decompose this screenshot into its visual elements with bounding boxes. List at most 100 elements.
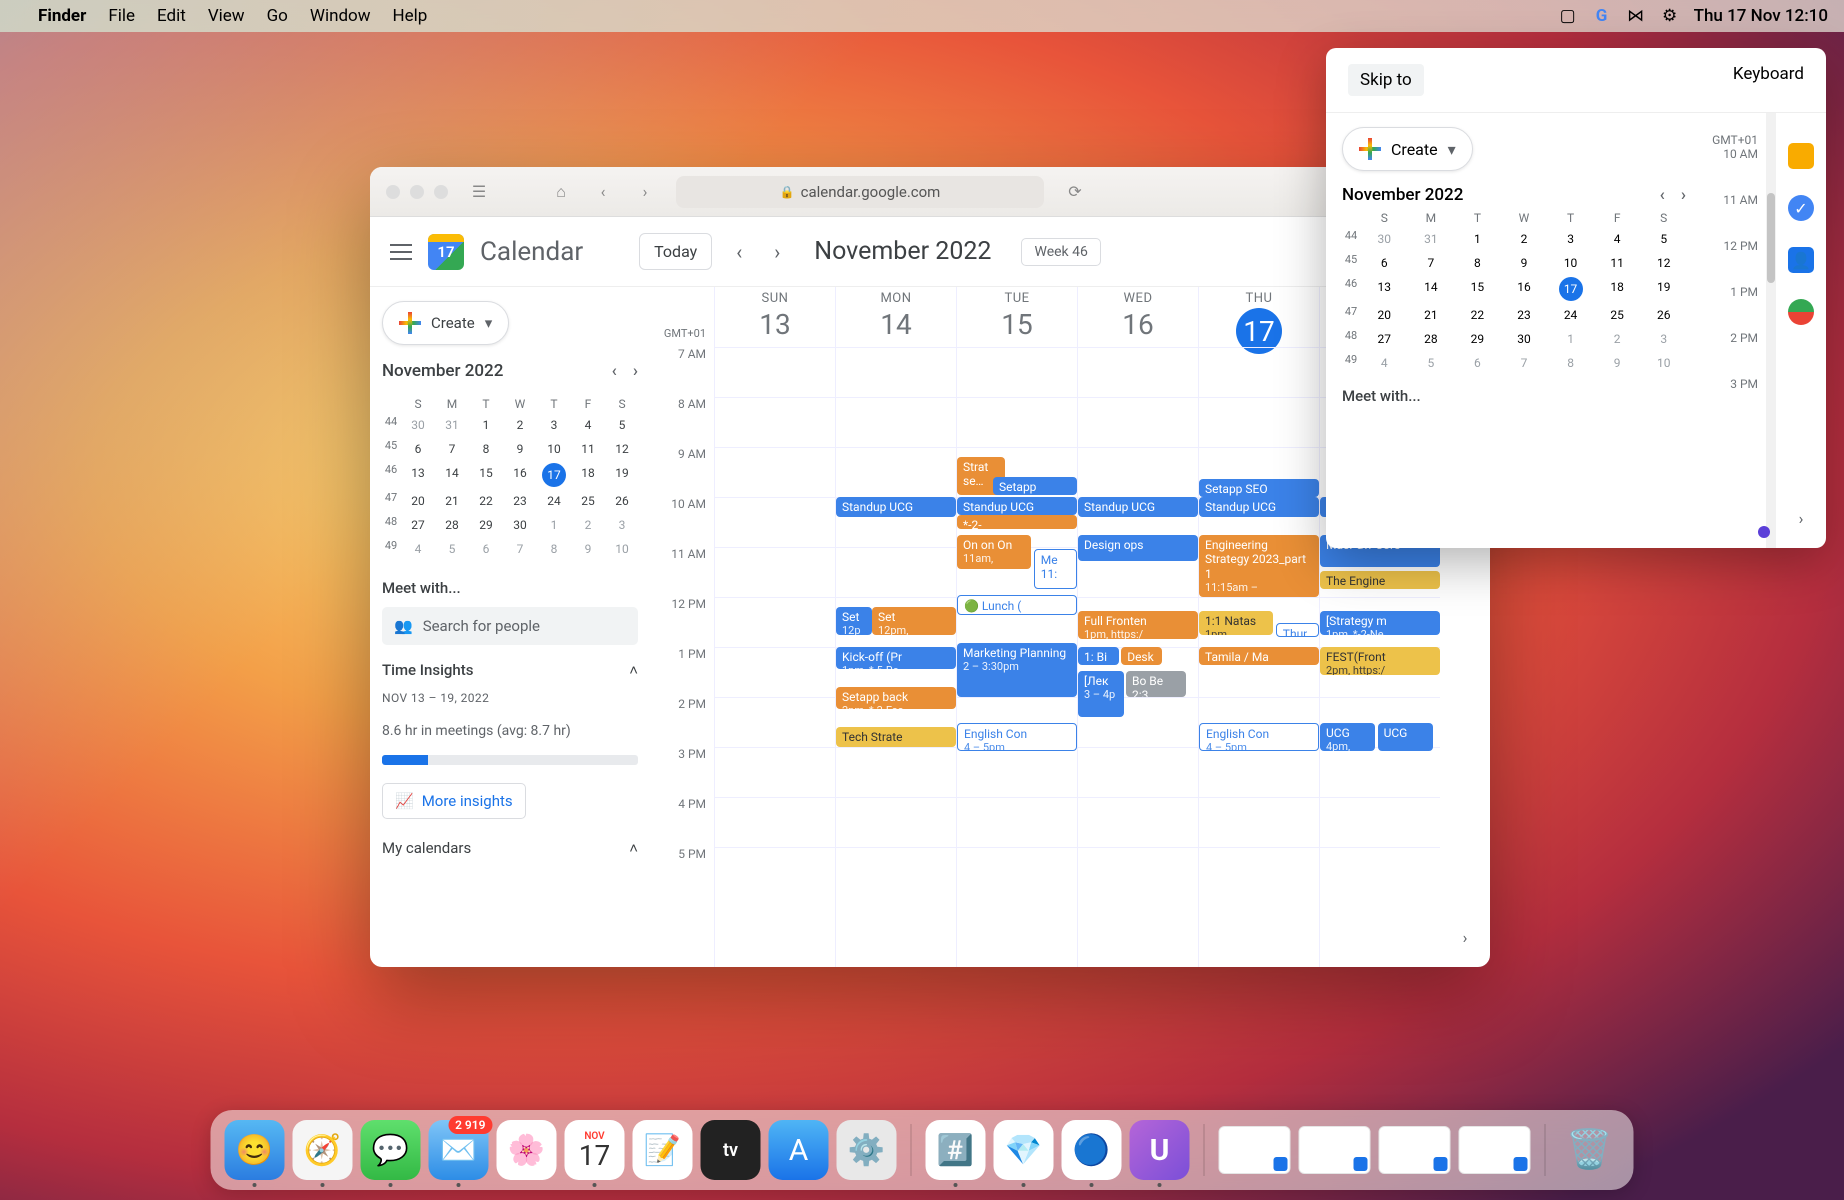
mini-day[interactable]: 20 — [1362, 305, 1407, 325]
maps-icon[interactable] — [1788, 299, 1814, 325]
calendar-event[interactable]: Design ops — [1078, 535, 1198, 561]
mini-day[interactable]: 8 — [538, 539, 570, 559]
mini-day[interactable]: 21 — [1409, 305, 1454, 325]
mini-day[interactable]: 24 — [1548, 305, 1593, 325]
calendar-event[interactable]: Tech Strate — [836, 727, 956, 747]
mini-day[interactable]: 30 — [1502, 329, 1547, 349]
mini-day[interactable]: 30 — [402, 415, 434, 435]
mini-day[interactable]: 26 — [606, 491, 638, 511]
mini-day[interactable]: 9 — [1595, 353, 1640, 373]
mini-day[interactable]: 17 — [542, 463, 566, 487]
calendar-event[interactable]: Set12p — [836, 607, 872, 635]
insights-collapse-icon[interactable]: ˄ — [629, 661, 638, 679]
mini-day[interactable]: 25 — [572, 491, 604, 511]
mini-day[interactable]: 12 — [1641, 253, 1686, 273]
calendar-event[interactable]: 1: Bi — [1078, 647, 1119, 665]
mini-day[interactable]: 16 — [1502, 277, 1547, 301]
calendar-event[interactable]: On on On11am, — [957, 535, 1031, 569]
calendar-event[interactable]: Standup UCG — [836, 497, 956, 517]
mini-day[interactable]: 3 — [606, 515, 638, 535]
mini-day[interactable]: 22 — [470, 491, 502, 511]
control-center-icon[interactable]: ⚙ — [1660, 6, 1680, 26]
mini-day[interactable]: 15 — [470, 463, 502, 487]
calendar-event[interactable]: Full Fronten1pm, https:/ — [1078, 611, 1198, 639]
search-people-input[interactable]: 👥 Search for people — [382, 607, 638, 645]
popup-create-button[interactable]: Create ▾ — [1342, 127, 1473, 171]
mini-day[interactable]: 2 — [1502, 229, 1547, 249]
calendar-event[interactable]: Set12pm, — [872, 607, 956, 635]
dock-window-thumb-2[interactable] — [1299, 1126, 1371, 1174]
mini-day[interactable]: 14 — [1409, 277, 1454, 301]
popup-mini-prev-icon[interactable]: ‹ — [1660, 185, 1665, 205]
mini-day[interactable]: 21 — [436, 491, 468, 511]
skip-to-button[interactable]: Skip to — [1348, 64, 1424, 96]
mini-day[interactable]: 20 — [402, 491, 434, 511]
calendar-event[interactable]: FEST(Front2pm, https:/ — [1320, 647, 1440, 675]
mini-day[interactable]: 6 — [402, 439, 434, 459]
menu-help[interactable]: Help — [393, 6, 428, 26]
dock-safari[interactable]: 🧭 — [293, 1120, 353, 1180]
mini-day[interactable]: 5 — [606, 415, 638, 435]
mini-day[interactable]: 7 — [436, 439, 468, 459]
mini-day[interactable]: 13 — [402, 463, 434, 487]
calendar-event[interactable]: Engineering Strategy 2023_part 111:15am … — [1199, 535, 1319, 597]
mini-day[interactable]: 3 — [1548, 229, 1593, 249]
mini-day[interactable]: 30 — [504, 515, 536, 535]
dock-appstore[interactable]: A — [769, 1120, 829, 1180]
mini-day[interactable]: 8 — [1455, 253, 1500, 273]
contacts-icon[interactable]: 👤 — [1788, 247, 1814, 273]
calendar-event[interactable]: Me 11: — [1034, 549, 1077, 589]
google-menubar-icon[interactable]: G — [1592, 6, 1612, 26]
mini-day[interactable]: 7 — [504, 539, 536, 559]
menu-edit[interactable]: Edit — [157, 6, 186, 26]
mini-day[interactable]: 7 — [1409, 253, 1454, 273]
calendar-event[interactable]: Setapp SEO — [1199, 479, 1319, 497]
mini-day[interactable]: 4 — [572, 415, 604, 435]
calendar-event[interactable]: 🟢 Lunch ( — [957, 595, 1077, 615]
keep-icon[interactable] — [1788, 143, 1814, 169]
next-week-button[interactable]: › — [766, 236, 788, 268]
mini-day[interactable]: 1 — [1455, 229, 1500, 249]
calendar-event[interactable]: English Con4 – 5pm — [1199, 723, 1319, 751]
address-bar[interactable]: 🔒 calendar.google.com — [676, 176, 1044, 208]
mini-day[interactable]: 6 — [470, 539, 502, 559]
mini-day[interactable]: 15 — [1455, 277, 1500, 301]
dock-sketch[interactable]: 💎 — [994, 1120, 1054, 1180]
mini-day[interactable]: 18 — [1595, 277, 1640, 301]
forward-icon[interactable]: › — [634, 182, 656, 201]
mini-day[interactable]: 23 — [1502, 305, 1547, 325]
mini-day[interactable]: 19 — [606, 463, 638, 487]
screen-mirroring-icon[interactable]: ▢ — [1558, 6, 1578, 26]
mini-day[interactable]: 2 — [504, 415, 536, 435]
dock-settings[interactable]: ⚙️ — [837, 1120, 897, 1180]
dock-window-thumb-1[interactable] — [1219, 1126, 1291, 1174]
mini-day[interactable]: 12 — [606, 439, 638, 459]
calendar-event[interactable]: Standup UCG — [957, 497, 1077, 515]
mini-day[interactable]: 4 — [402, 539, 434, 559]
mini-day[interactable]: 9 — [504, 439, 536, 459]
mini-day[interactable]: 7 — [1502, 353, 1547, 373]
expand-panel-icon[interactable]: › — [1463, 928, 1468, 947]
mini-day[interactable]: 29 — [470, 515, 502, 535]
mini-day[interactable]: 10 — [1548, 253, 1593, 273]
calendar-event[interactable]: English Con4 – 5pm — [957, 723, 1077, 751]
fullscreen-button[interactable] — [434, 185, 448, 199]
mini-day[interactable]: 9 — [572, 539, 604, 559]
calendar-event[interactable]: Kick-off (Pr1pm, *-5-Ro — [836, 647, 956, 669]
calendar-event[interactable]: UCG4pm, — [1320, 723, 1375, 751]
dock-finder[interactable]: 😊 — [225, 1120, 285, 1180]
mini-day[interactable]: 18 — [572, 463, 604, 487]
more-insights-button[interactable]: 📈 More insights — [382, 783, 526, 819]
create-button[interactable]: Create ▾ — [382, 301, 509, 345]
dock-notes[interactable]: 📝 — [633, 1120, 693, 1180]
mini-day[interactable]: 17 — [1559, 277, 1583, 301]
prev-week-button[interactable]: ‹ — [728, 236, 750, 268]
mini-day[interactable]: 25 — [1595, 305, 1640, 325]
mini-day[interactable]: 4 — [1362, 353, 1407, 373]
calendar-event[interactable]: [Лек3 – 4p — [1078, 671, 1124, 717]
dock-photos[interactable]: 🌸 — [497, 1120, 557, 1180]
reload-icon[interactable]: ⟳ — [1064, 182, 1086, 201]
close-button[interactable] — [386, 185, 400, 199]
dock-messages[interactable]: 💬 — [361, 1120, 421, 1180]
mini-day[interactable]: 9 — [1502, 253, 1547, 273]
